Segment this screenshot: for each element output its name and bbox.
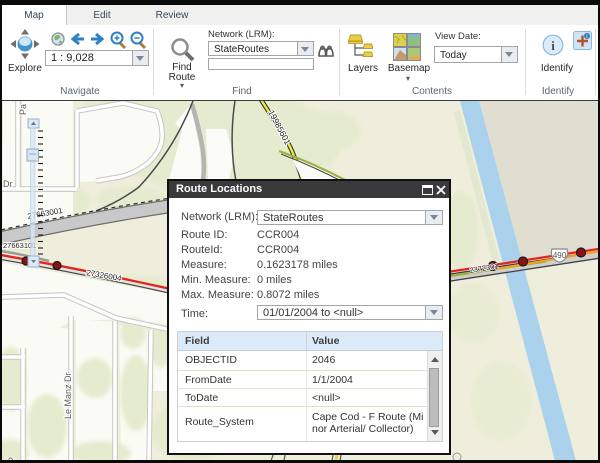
svg-text:490: 490 [553, 251, 567, 260]
svg-text:i: i [551, 38, 555, 53]
svg-text:P: P [7, 457, 17, 460]
svg-text:Dr: Dr [3, 179, 13, 189]
svg-text:Pa: Pa [18, 104, 28, 115]
svg-text:Le Manz Dr: Le Manz Dr [63, 372, 73, 419]
